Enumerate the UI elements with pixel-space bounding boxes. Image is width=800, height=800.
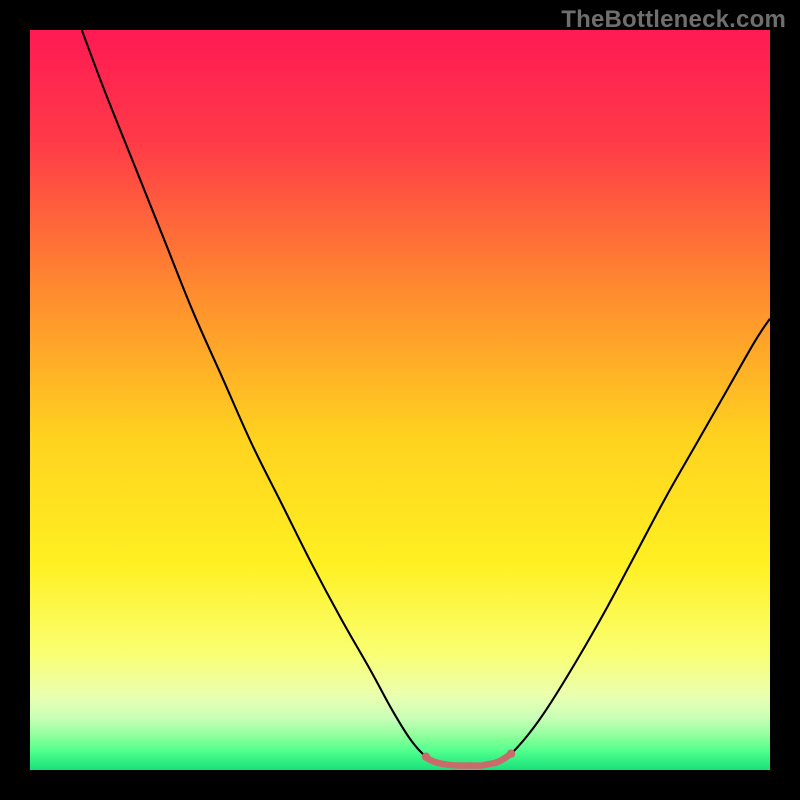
curves-layer	[30, 30, 770, 770]
trough-highlight	[422, 750, 515, 766]
plot-area	[30, 30, 770, 770]
chart-frame: TheBottleneck.com	[0, 0, 800, 800]
main-v-curve	[82, 30, 770, 766]
